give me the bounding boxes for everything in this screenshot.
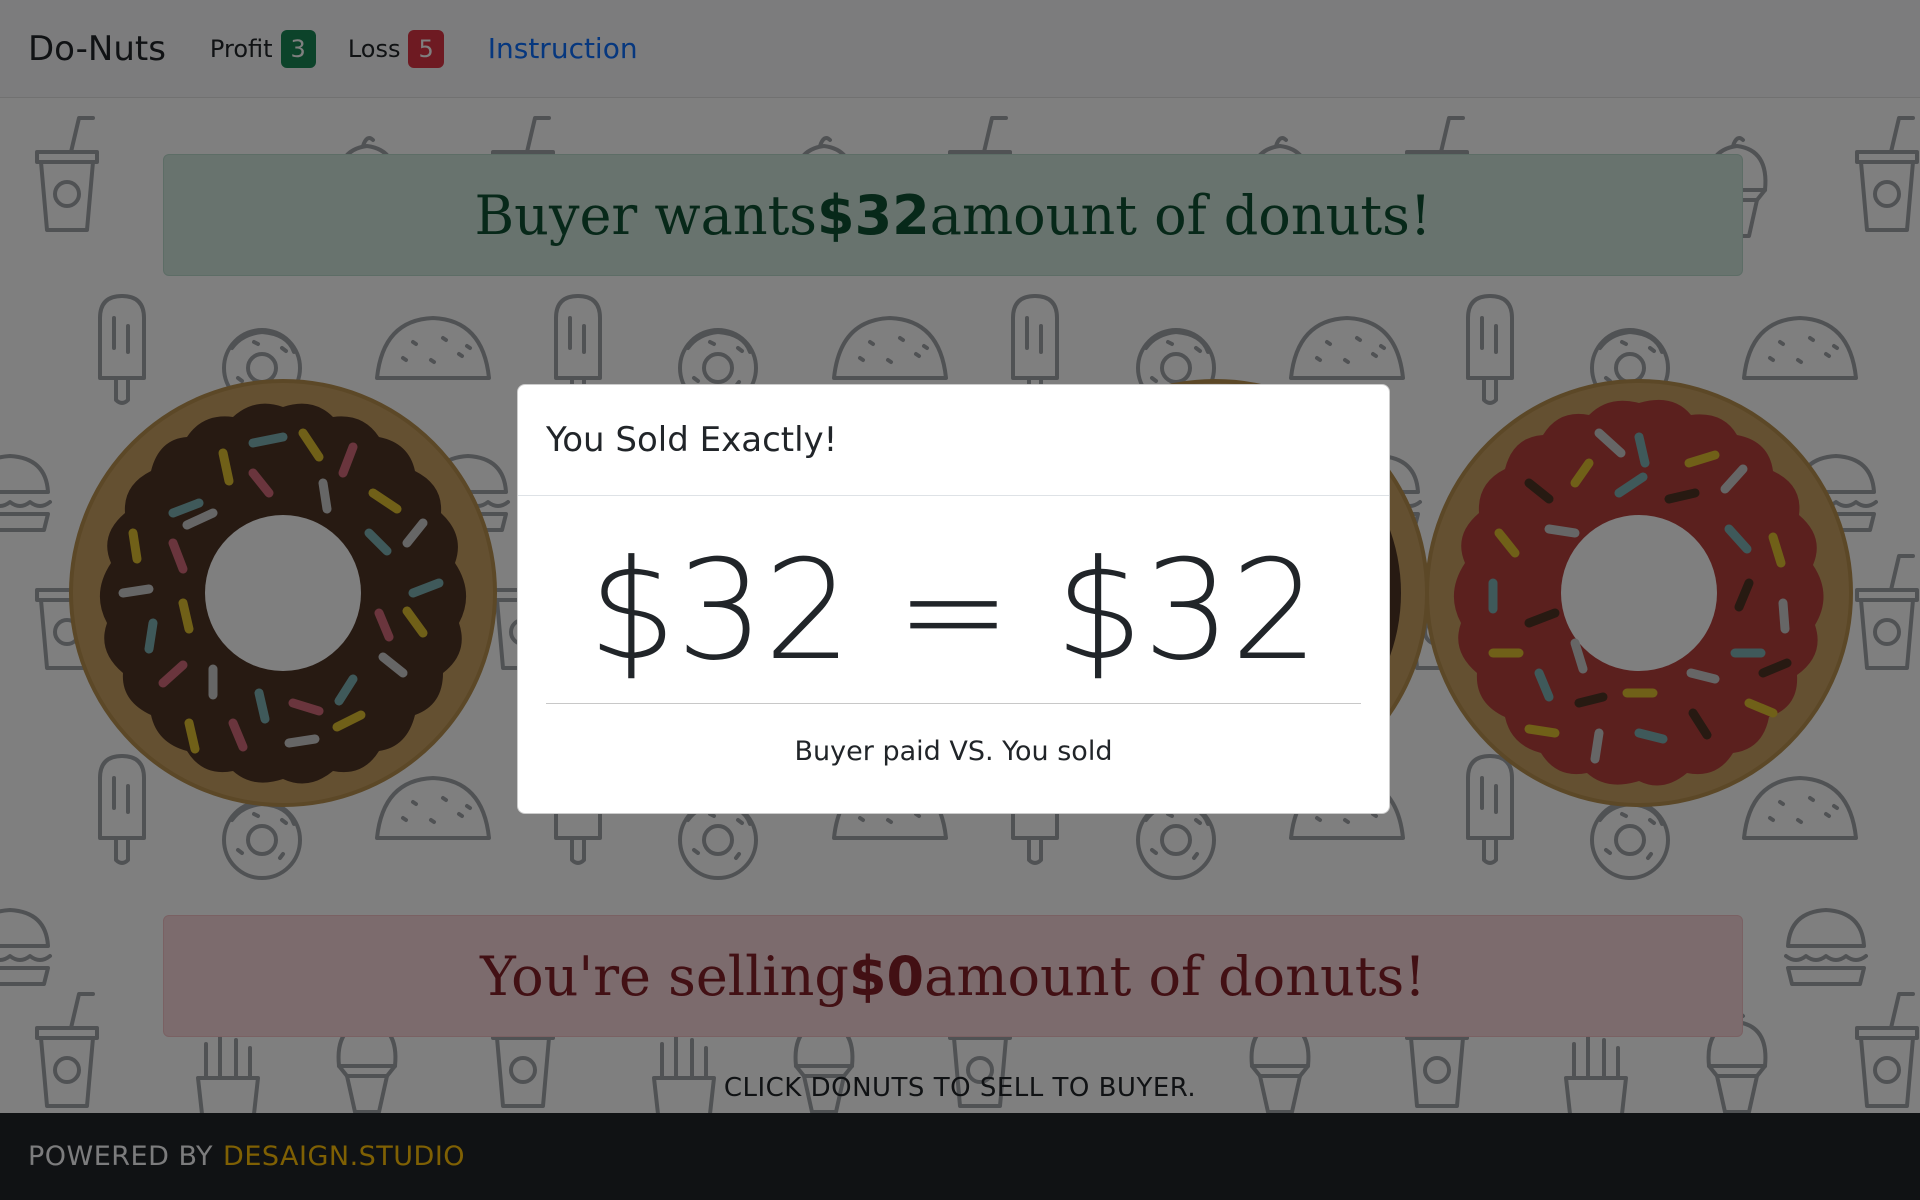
modal-title: You Sold Exactly! [546,420,838,460]
result-equation: $32 = $32 [588,530,1319,691]
modal-header: You Sold Exactly! [518,385,1389,496]
modal-body: $32 = $32 Buyer paid VS. You sold [518,496,1389,814]
result-modal: You Sold Exactly! $32 = $32 Buyer paid V… [517,384,1390,814]
modal-divider [546,703,1361,704]
result-caption: Buyer paid VS. You sold [794,736,1113,767]
